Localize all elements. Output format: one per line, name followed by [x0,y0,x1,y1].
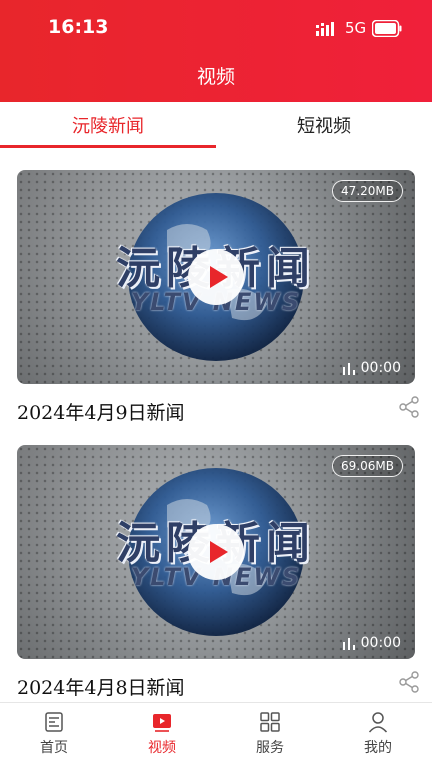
tab-yuanling-news[interactable]: 沅陵新闻 [0,102,216,148]
share-icon[interactable] [398,396,420,418]
app-header: 16:13 5G 视频 [0,0,432,102]
play-icon [210,541,228,563]
video-feed[interactable]: 沅陵新闻 YLTV NEWS 47.20MB 00:00 2024年4月9日新闻 [0,148,432,702]
status-bar: 16:13 5G [0,0,432,56]
nav-home-label: 首页 [40,740,68,756]
duration-text: 00:00 [360,360,401,376]
file-size-badge: 47.20MB [332,180,403,202]
play-button[interactable] [188,524,244,580]
page-title: 视频 [196,66,235,88]
network-label: 5G [345,19,367,37]
duration-label: 00:00 [342,635,401,651]
nav-video-label: 视频 [148,740,176,756]
play-button[interactable] [188,249,244,305]
video-thumbnail[interactable]: 沅陵新闻 YLTV NEWS 69.06MB 00:00 [17,445,415,659]
grid-icon [260,712,280,732]
bottom-nav: 首页 视频 服务 我的 [0,702,432,769]
nav-services[interactable]: 服务 [216,703,324,769]
audio-bars-icon [342,638,355,650]
video-thumbnail[interactable]: 沅陵新闻 YLTV NEWS 47.20MB 00:00 [17,170,415,384]
tab-short-video[interactable]: 短视频 [216,102,432,148]
status-time: 16:13 [48,16,109,38]
nav-video[interactable]: 视频 [108,703,216,769]
user-icon [368,712,388,733]
nav-profile-label: 我的 [364,740,392,756]
video-icon [153,714,171,732]
battery-icon [372,20,402,37]
nav-profile[interactable]: 我的 [324,703,432,769]
duration-text: 00:00 [360,635,401,651]
audio-bars-icon [342,363,355,375]
tab-bar: 沅陵新闻 短视频 [0,102,432,148]
signal-icon [316,22,334,36]
news-icon [45,712,63,732]
nav-home[interactable]: 首页 [0,703,108,769]
duration-label: 00:00 [342,360,401,376]
file-size-badge: 69.06MB [332,455,403,477]
share-icon[interactable] [398,671,420,693]
play-icon [210,266,228,288]
video-title[interactable]: 2024年4月8日新闻 [17,673,185,700]
nav-services-label: 服务 [256,740,284,756]
video-title[interactable]: 2024年4月9日新闻 [17,398,185,425]
